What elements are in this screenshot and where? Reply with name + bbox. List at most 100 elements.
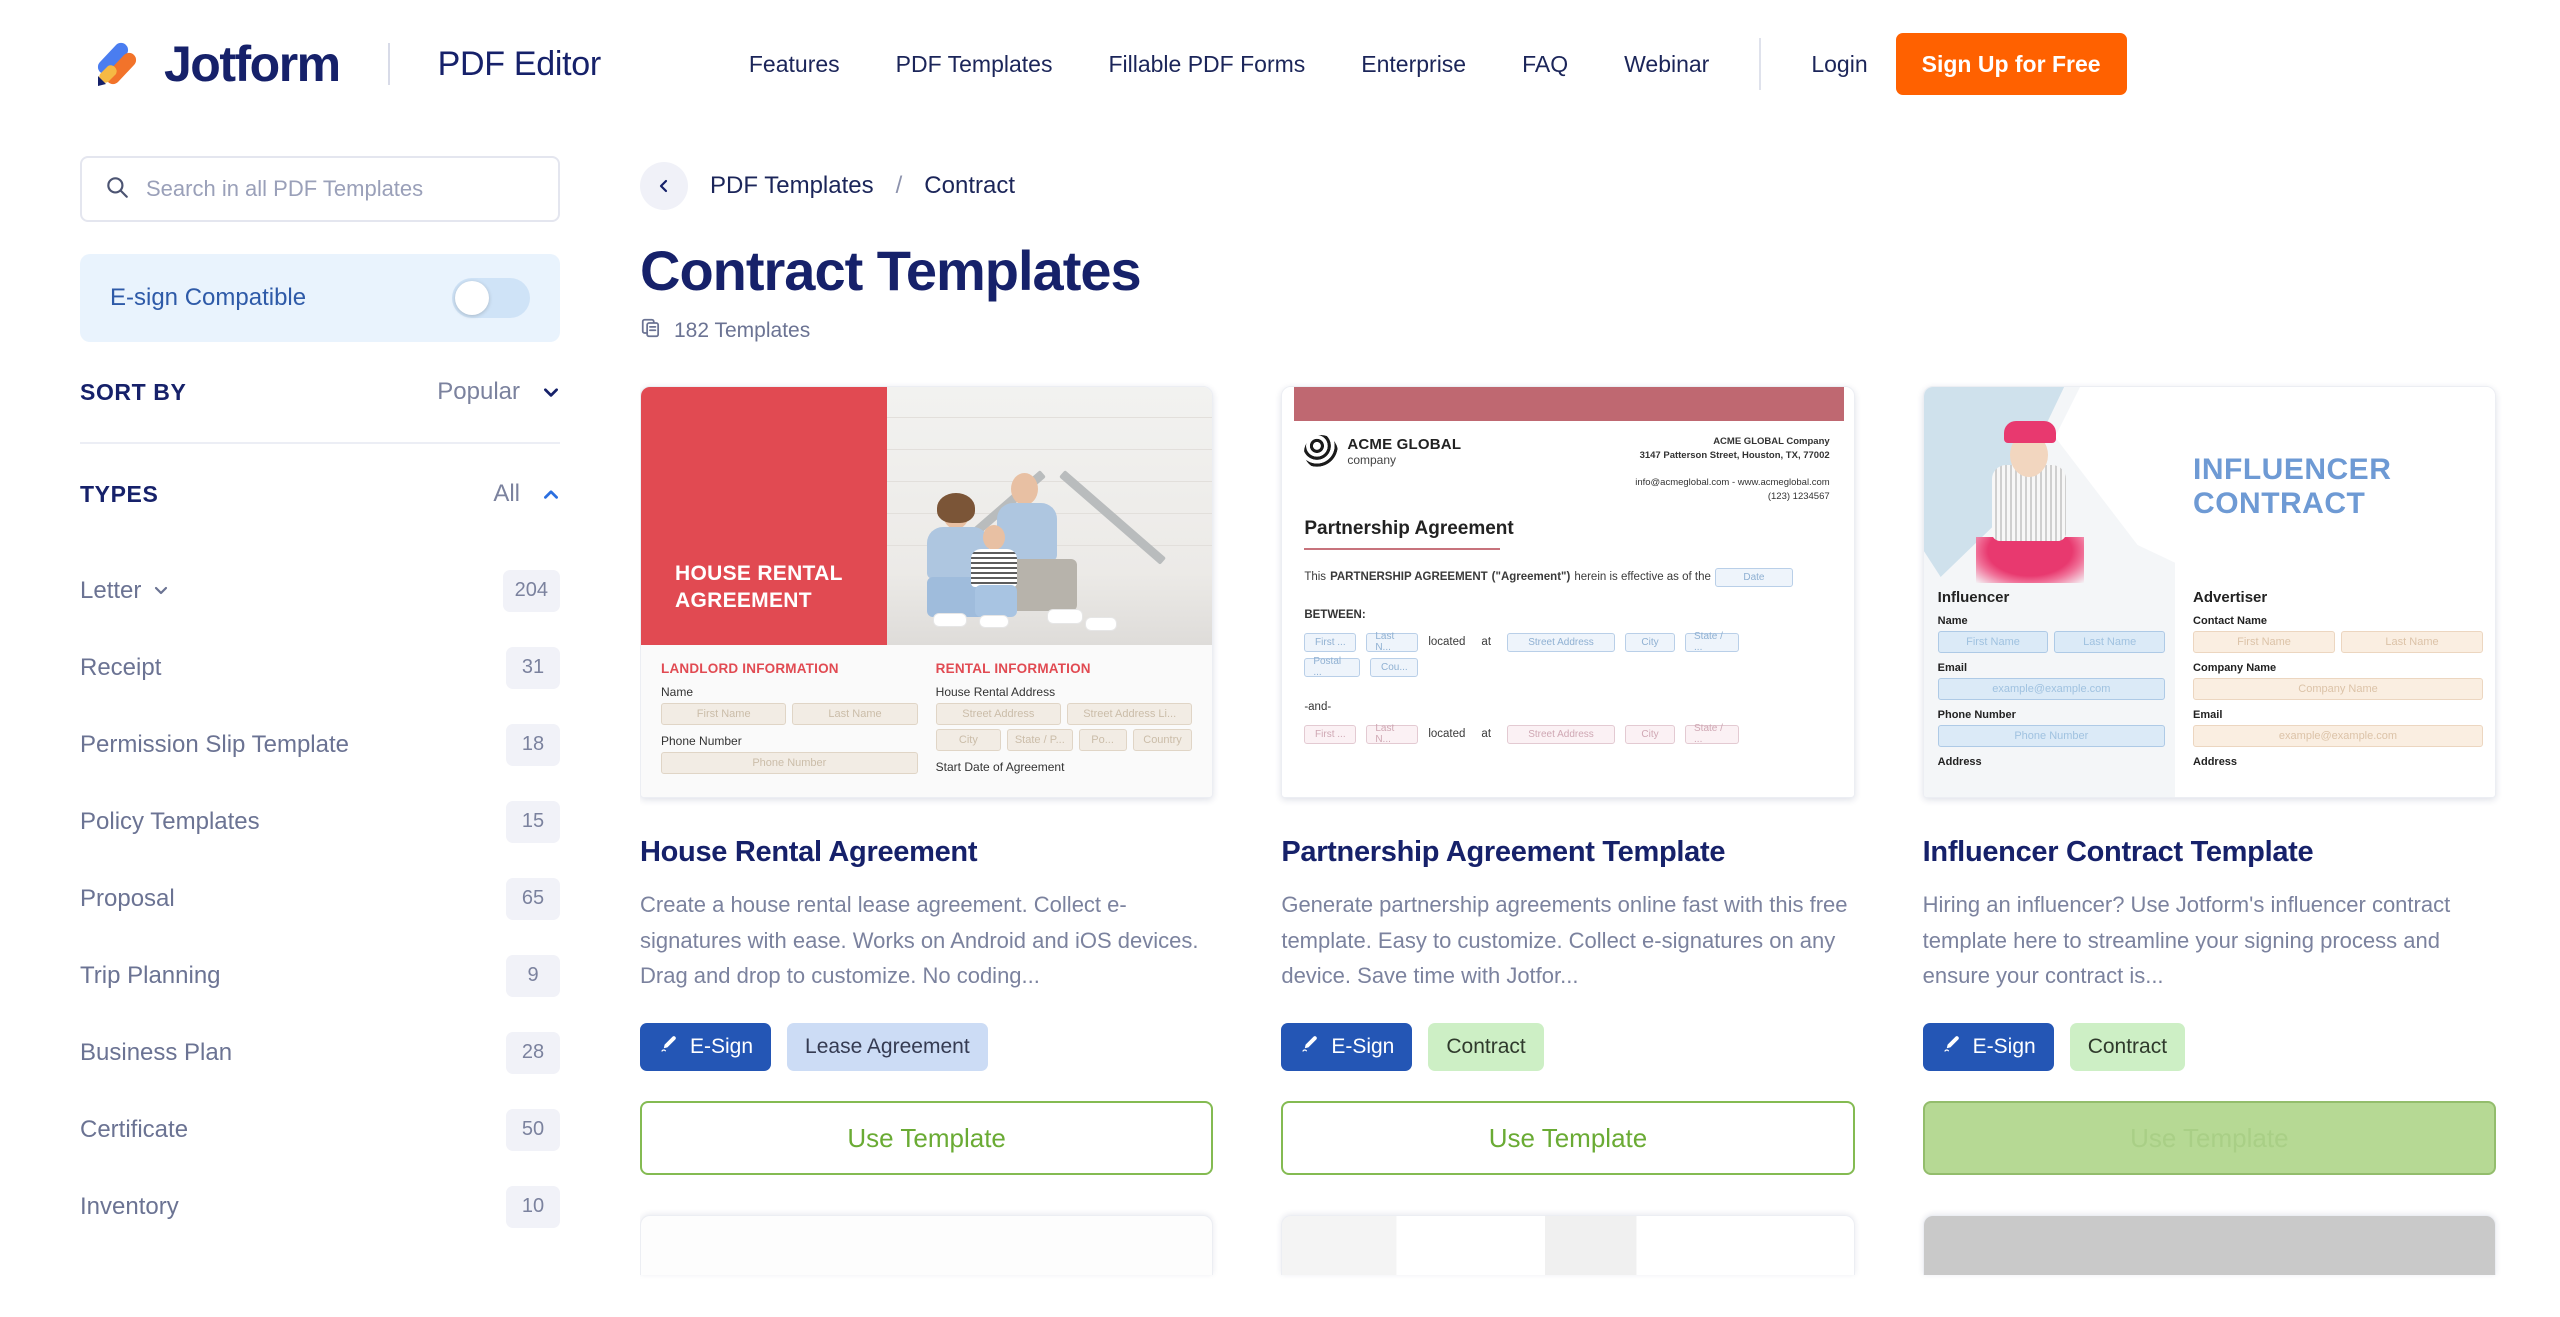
thumb-field-label: House Rental Address <box>935 685 1056 699</box>
pen-icon <box>1299 1034 1319 1060</box>
thumb-para-quoted: ("Agreement") <box>1491 571 1571 584</box>
thumb-address-line-4: (123) 1234567 <box>1767 491 1830 503</box>
signup-button[interactable]: Sign Up for Free <box>1895 33 2127 95</box>
card-description: Hiring an influencer? Use Jotform's infl… <box>1922 892 2451 989</box>
card-description: Create a house rental lease agreement. C… <box>640 892 1199 989</box>
pen-icon <box>658 1034 678 1060</box>
type-count: 31 <box>506 646 560 689</box>
tag-category[interactable]: Lease Agreement <box>787 1023 988 1071</box>
template-card[interactable]: HOUSE RENTAL AGREEMENT LANDLORD INFORMAT… <box>640 386 1214 1175</box>
nav-item-fillable-pdf-forms[interactable]: Fillable PDF Forms <box>1080 51 1333 78</box>
use-template-button[interactable]: Use Template <box>1922 1101 2496 1175</box>
sort-by-filter[interactable]: SORT BY Popular <box>80 342 560 442</box>
tag-esign[interactable]: E-Sign <box>1281 1023 1413 1071</box>
nav-item-features[interactable]: Features <box>721 51 868 78</box>
type-item-policy-templates[interactable]: Policy Templates 15 <box>80 783 560 860</box>
thumb-at-label: at <box>1481 728 1492 741</box>
breadcrumb-root[interactable]: PDF Templates <box>710 172 874 200</box>
tag-esign-label: E-Sign <box>690 1035 754 1058</box>
use-template-button[interactable]: Use Template <box>640 1101 1214 1175</box>
thumb-company-address: ACME GLOBAL Company 3147 Patterson Stree… <box>1635 435 1829 504</box>
type-item-permission-slip-template[interactable]: Permission Slip Template 18 <box>80 706 560 783</box>
thumb-paragraph: This PARTNERSHIP AGREEMENT ("Agreement")… <box>1304 567 1829 587</box>
template-card[interactable]: Influencer Name First Name Last Name Ema… <box>1922 386 2496 1175</box>
thumb-hero-line-2: CONTRACT <box>2193 487 2366 521</box>
template-thumbnail-partnership-agreement[interactable]: ACME GLOBAL company ACME GLOBAL Company … <box>1281 386 1855 798</box>
esign-compatible-toggle[interactable] <box>452 278 530 318</box>
type-item-receipt[interactable]: Receipt 31 <box>80 629 560 706</box>
card-title[interactable]: Influencer Contract Template <box>1923 836 2496 869</box>
thumb-para-mid: herein is effective as of the <box>1574 571 1711 584</box>
tag-category[interactable]: Contract <box>1428 1023 1544 1071</box>
esign-compatible-filter[interactable]: E-sign Compatible <box>80 254 560 342</box>
tag-esign[interactable]: E-Sign <box>640 1023 772 1071</box>
thumb-field: Last Name <box>2054 631 2166 653</box>
thumb-located-label: located <box>1428 636 1466 649</box>
template-card[interactable]: ACME GLOBAL company ACME GLOBAL Company … <box>1281 386 1855 1175</box>
thumb-field-label: Name <box>1937 615 1968 627</box>
card-description: Generate partnership agreements online f… <box>1281 892 1848 989</box>
breadcrumb: PDF Templates / Contract <box>640 154 2496 218</box>
nav-item-enterprise[interactable]: Enterprise <box>1333 51 1494 78</box>
card-title[interactable]: House Rental Agreement <box>640 836 1213 869</box>
thumb-field: First Name <box>1937 631 2049 653</box>
thumb-between-label: BETWEEN: <box>1304 608 1366 621</box>
type-label: Business Plan <box>80 1038 233 1066</box>
tag-esign[interactable]: E-Sign <box>1922 1023 2054 1071</box>
thumb-located-label: located <box>1428 728 1466 741</box>
main-content: PDF Templates / Contract Contract Templa… <box>640 128 2560 1317</box>
thumb-field-label: Email <box>1937 662 1968 674</box>
brand-lockup[interactable]: Jotform PDF Editor <box>86 36 601 92</box>
nav-item-pdf-templates[interactable]: PDF Templates <box>868 51 1081 78</box>
type-item-business-plan[interactable]: Business Plan 28 <box>80 1014 560 1091</box>
tag-esign-label: E-Sign <box>1972 1035 2036 1058</box>
thumb-company-name: ACME GLOBAL <box>1347 435 1462 453</box>
product-name: PDF Editor <box>437 44 602 83</box>
type-item-proposal[interactable]: Proposal 65 <box>80 860 560 937</box>
globe-logo-icon <box>1304 435 1339 469</box>
main-nav: Features PDF Templates Fillable PDF Form… <box>721 33 2127 95</box>
chevron-down-icon[interactable] <box>542 383 560 401</box>
template-thumbnail-influencer-contract[interactable]: Influencer Name First Name Last Name Ema… <box>1922 386 2496 798</box>
search-box[interactable] <box>80 156 560 222</box>
type-count: 10 <box>506 1185 560 1228</box>
type-count: 15 <box>506 800 560 843</box>
thumb-field-date: Date <box>1714 567 1793 587</box>
template-thumbnail-house-rental[interactable]: HOUSE RENTAL AGREEMENT LANDLORD INFORMAT… <box>640 386 1214 798</box>
type-count: 204 <box>502 569 560 612</box>
filters-sidebar: E-sign Compatible SORT BY Popular TYPES … <box>0 128 640 1317</box>
type-item-inventory[interactable]: Inventory 10 <box>80 1168 560 1245</box>
thumb-and-label: -and- <box>1304 700 1332 713</box>
back-button[interactable] <box>640 162 688 210</box>
search-input[interactable] <box>146 176 536 202</box>
template-count-row: 182 Templates <box>640 317 2496 344</box>
thumb-left-heading: LANDLORD INFORMATION <box>661 661 839 676</box>
chevron-down-icon[interactable] <box>153 577 169 605</box>
thumb-company-sub: company <box>1347 453 1397 468</box>
tag-esign-label: E-Sign <box>1331 1035 1395 1058</box>
type-count: 18 <box>506 723 560 766</box>
thumb-field-label: Phone Number <box>1937 709 2016 721</box>
toggle-knob <box>455 281 489 315</box>
template-card-partial[interactable] <box>1281 1215 1855 1275</box>
tag-category[interactable]: Contract <box>2069 1023 2186 1071</box>
type-item-trip-planning[interactable]: Trip Planning 9 <box>80 937 560 1014</box>
type-label: Certificate <box>80 1115 189 1143</box>
type-item-letter[interactable]: Letter 204 <box>80 552 560 629</box>
page-body: E-sign Compatible SORT BY Popular TYPES … <box>0 128 2560 1317</box>
nav-item-webinar[interactable]: Webinar <box>1596 51 1737 78</box>
template-card-partial[interactable] <box>1922 1215 2496 1275</box>
types-filter[interactable]: TYPES All <box>80 444 560 544</box>
chevron-up-icon[interactable] <box>542 485 560 503</box>
thumb-field-label: Start Date of Agreement <box>935 760 1065 774</box>
nav-divider <box>1759 38 1762 90</box>
login-link[interactable]: Login <box>1783 51 1895 78</box>
type-item-certificate[interactable]: Certificate 50 <box>80 1091 560 1168</box>
type-label: Trip Planning <box>80 961 221 989</box>
thumb-field: State / ... <box>1685 631 1740 653</box>
breadcrumb-separator: / <box>895 172 903 199</box>
card-title[interactable]: Partnership Agreement Template <box>1281 836 1854 869</box>
nav-item-faq[interactable]: FAQ <box>1494 51 1596 78</box>
template-card-partial[interactable] <box>640 1215 1214 1275</box>
use-template-button[interactable]: Use Template <box>1281 1101 1855 1175</box>
